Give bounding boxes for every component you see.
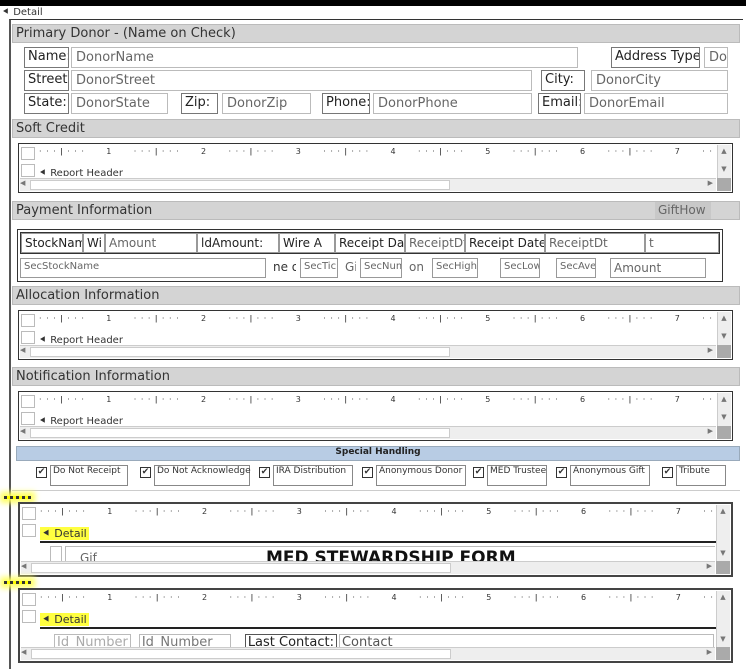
donor-name-field[interactable]: DonorName [71,47,578,68]
address-type-field[interactable]: Dor [704,47,728,68]
section-selector[interactable] [22,610,36,623]
section-selector[interactable] [21,412,35,425]
special-handling-header: Special Handling [16,446,740,461]
detail-label: Detail [13,7,43,18]
soft-credit-header: Soft Credit [12,119,740,138]
tribute-checkbox[interactable]: ✔ Tribute [662,465,726,486]
street-label: Street: [24,70,69,91]
stock-name-label: StockName: [21,233,83,253]
ruler-selector[interactable] [22,593,36,606]
top-bar [0,0,746,6]
primary-donor-header: Primary Donor - (Name on Check) [12,24,740,43]
ruler-selector[interactable] [21,147,35,160]
donor-phone-field[interactable]: DonorPhone [373,93,532,114]
state-label: State: [24,93,69,114]
detail-section-header[interactable]: ⯇ Detail [2,7,43,18]
wire-amount-label: Wire A [279,233,335,253]
med-trustee-checkbox[interactable]: ✔ MED Trustee [473,465,547,486]
donor-email-field[interactable]: DonorEmail [584,93,728,114]
stewardship-subform[interactable]: · · · ǀ · · · 1 · · · ǀ · · · 2 · · · ǀ · · … [18,502,733,577]
address-type-label: Address Type: [611,47,700,68]
section-selector[interactable] [21,164,35,177]
ruler-selector[interactable] [21,314,35,327]
sec-ticker-field[interactable]: SecTick [300,258,338,278]
receipt-date-label-2: Receipt Date: [465,233,545,253]
ruler-selector[interactable] [21,395,35,408]
notification-subform[interactable]: · · · ǀ · · · 1 · · · ǀ · · · 2 · · · ǀ · · … [18,391,733,441]
anonymous-gift-checkbox[interactable]: ✔ Anonymous Gift [556,465,650,486]
sec-ave-field[interactable]: SecAve [556,258,596,278]
donor-city-field[interactable]: DonorCity [591,70,728,91]
horizontal-scrollbar[interactable]: ◀ ▶ [21,561,715,574]
highlighted-control-marker [4,496,31,499]
allocation-info-header: Allocation Information [12,286,740,305]
hold-amount-label: ldAmount: [197,233,279,253]
wire-label: Wi [83,233,105,253]
horizontal-scrollbar[interactable]: ◀ ▶ [20,345,716,358]
horizontal-scrollbar[interactable]: ◀ ▶ [21,647,715,660]
highlighted-control-marker-2 [4,581,31,584]
sec-stock-name-field[interactable]: SecStockName [20,258,266,278]
vertical-scrollbar[interactable]: ▲ ▼ [717,393,731,426]
overlap-label: ne o [270,258,296,278]
do-not-acknowledge-checkbox[interactable]: ✔ Do Not Acknowledge [140,465,251,486]
donor-zip-field[interactable]: DonorZip [222,93,311,114]
ruler: · · · ǀ · · · 1 · · · ǀ · · · 2 · · · ǀ · · … [39,395,713,404]
sec-high-field[interactable]: SecHigh [432,258,478,278]
sec-low-field[interactable]: SecLow [500,258,540,278]
anonymous-donor-checkbox[interactable]: ✔ Anonymous Donor [362,465,466,486]
receipt-date-label: Receipt Date: [335,233,405,253]
ruler: · · · ǀ · · · 1 · · · ǀ · · · 2 · · · ǀ · · … [40,507,714,516]
soft-credit-subform[interactable]: · · · ǀ · · · 1 · · · ǀ · · · 2 · · · ǀ · · … [18,143,733,193]
donor-state-field[interactable]: DonorState [71,93,168,114]
amount-field-2[interactable]: Amount [610,258,706,278]
vertical-scrollbar[interactable]: ▲ ▼ [717,312,731,345]
receipt-date-field[interactable]: ReceiptDt [405,233,465,253]
ruler-selector[interactable] [22,507,36,520]
section-selector[interactable] [21,331,35,344]
vertical-scrollbar[interactable]: ▲ ▼ [716,591,730,647]
allocation-subform[interactable]: · · · ǀ · · · 1 · · · ǀ · · · 2 · · · ǀ · · … [18,310,733,360]
ruler: · · · ǀ · · · 1 · · · ǀ · · · 2 · · · ǀ · · … [39,314,713,323]
horizontal-scrollbar[interactable]: ◀ ▶ [20,426,716,439]
overlap-label-3: on C [406,258,428,278]
amount-field[interactable]: Amount [105,233,197,253]
payment-info-header: Payment Information [12,201,740,220]
truncated-field[interactable]: t [645,233,719,253]
gift-how-field[interactable]: GiftHow [655,202,711,219]
detail-section-bar[interactable]: ⯇ Detail [40,613,716,629]
vertical-scrollbar[interactable]: ▲ ▼ [716,505,730,561]
city-label: City: [541,70,585,91]
ruler: · · · ǀ · · · 1 · · · ǀ · · · 2 · · · ǀ · · … [39,147,713,156]
horizontal-scrollbar[interactable]: ◀ ▶ [20,178,716,191]
section-selector[interactable] [22,524,36,537]
sec-num-field[interactable]: SecNum [360,258,402,278]
notification-info-header: Notification Information [12,367,740,386]
detail-section-bar[interactable]: ⯇ Detail [40,527,716,543]
donor-street-field[interactable]: DonorStreet [71,70,532,91]
zip-label: Zip: [181,93,218,114]
name-label: Name: [24,47,69,68]
contact-subform[interactable]: · · · ǀ · · · 1 · · · ǀ · · · 2 · · · ǀ · · … [18,588,733,663]
overlap-label-2: Gi [342,258,356,278]
email-label: Email: [538,93,581,114]
divider [12,490,740,491]
vertical-scrollbar[interactable]: ▲ ▼ [717,145,731,178]
report-header-bar[interactable]: ⯇ Report Header [39,168,123,176]
payment-controls: StockName: Wi Amount ldAmount: Wire A Re… [17,229,723,282]
receipt-date-field-2[interactable]: ReceiptDt [545,233,645,253]
do-not-receipt-checkbox[interactable]: ✔ Do Not Receipt [36,465,128,486]
phone-label: Phone: [322,93,370,114]
ruler: · · · ǀ · · · 1 · · · ǀ · · · 2 · · · ǀ · · … [40,593,714,602]
ira-distribution-checkbox[interactable]: ✔ IRA Distribution [259,465,353,486]
